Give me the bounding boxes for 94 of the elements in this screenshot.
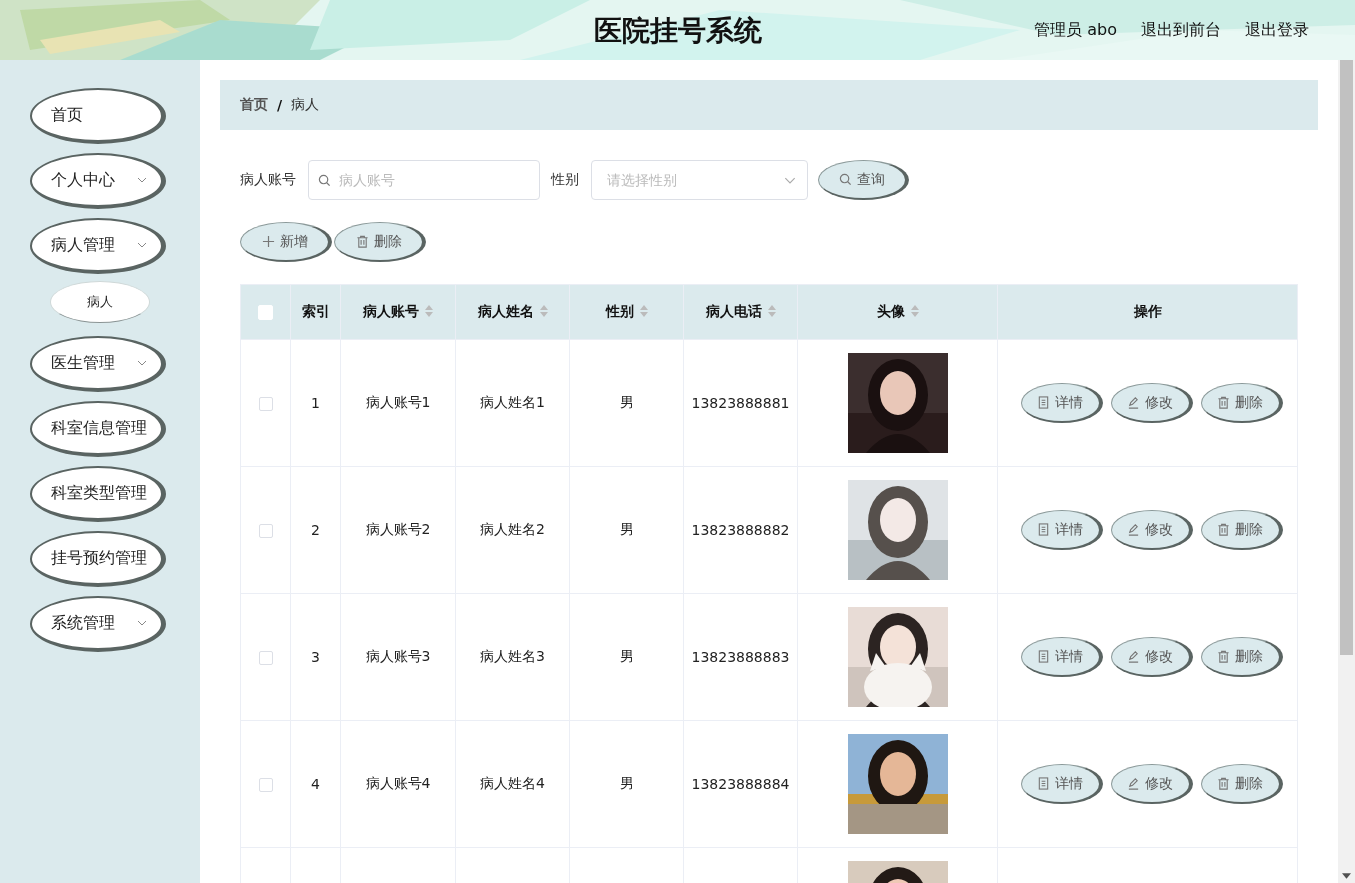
delete-button[interactable]: 删除: [1200, 764, 1283, 804]
detail-button[interactable]: 详情: [1020, 764, 1103, 804]
table-cell: 病人账号1: [365, 394, 431, 410]
document-icon: [1037, 523, 1050, 536]
dropdown-field[interactable]: 请选择性别: [591, 160, 808, 200]
trash-icon: [1217, 523, 1230, 536]
search-icon: [839, 173, 852, 186]
header-link[interactable]: 退出登录: [1245, 19, 1309, 41]
table-cell: 13823888882: [691, 522, 790, 538]
checkbox[interactable]: [258, 778, 273, 792]
edit-button[interactable]: 修改: [1110, 510, 1193, 550]
column-header: 索引: [301, 303, 330, 319]
table-cell: 13823888883: [691, 649, 790, 665]
trash-icon: [355, 235, 369, 248]
sort-icon[interactable]: [639, 305, 648, 317]
edit-button[interactable]: 修改: [1110, 383, 1193, 423]
sidebar-item[interactable]: 个人中心: [30, 153, 166, 209]
chevron-down-icon: [784, 176, 796, 184]
sidebar-item[interactable]: 科室信息管理: [30, 401, 166, 457]
table-cell: 病人账号2: [365, 521, 431, 537]
table-cell: 病人姓名4: [480, 775, 545, 791]
trash-icon: [1217, 650, 1230, 663]
table-cell: 13823888884: [691, 776, 790, 792]
checkbox[interactable]: [258, 397, 273, 411]
add-button[interactable]: 新增: [240, 222, 332, 262]
table-cell: 男: [619, 521, 634, 537]
pencil-icon: [1127, 396, 1140, 409]
search-field[interactable]: 病人账号: [308, 160, 540, 200]
breadcrumb-link[interactable]: 病人: [291, 96, 320, 114]
app-title: 医院挂号系统: [593, 13, 762, 49]
chevron-down-icon: [137, 360, 147, 366]
table-cell: 3: [311, 649, 320, 665]
table-cell: 病人姓名3: [480, 648, 545, 664]
delete-button[interactable]: 删除: [1200, 510, 1283, 550]
scrollbar[interactable]: [1338, 60, 1355, 883]
sidebar-item[interactable]: 首页: [30, 88, 166, 144]
table-cell: 13823888881: [691, 395, 790, 411]
scroll-down-icon[interactable]: [1342, 873, 1351, 879]
table-cell: 病人账号3: [365, 648, 431, 664]
chevron-down-icon: [137, 242, 147, 248]
sidebar-item[interactable]: 病人管理: [30, 218, 166, 274]
sidebar-item[interactable]: 挂号预约管理: [30, 531, 166, 587]
search-icon: [318, 173, 331, 187]
table-cell: 病人姓名1: [480, 394, 545, 410]
detail-button[interactable]: 详情: [1020, 383, 1103, 423]
table-cell: 1: [311, 395, 320, 411]
field-label: 病人账号: [240, 171, 296, 189]
search-button[interactable]: 查询: [818, 160, 909, 200]
document-icon: [1037, 777, 1050, 790]
table-cell: 男: [619, 648, 634, 664]
trash-icon: [1217, 396, 1230, 409]
sort-icon[interactable]: [910, 305, 919, 317]
column-header: 头像: [876, 303, 905, 319]
table-cell: 4: [311, 776, 320, 792]
sort-icon[interactable]: [425, 305, 433, 317]
column-header: 病人账号: [363, 303, 419, 319]
document-icon: [1037, 396, 1050, 409]
checkbox[interactable]: [258, 651, 273, 665]
sidebar-item[interactable]: 系统管理: [30, 596, 166, 652]
table-cell: 2: [311, 522, 320, 538]
edit-button[interactable]: 修改: [1110, 764, 1193, 804]
column-header: 病人姓名: [477, 303, 534, 319]
table-cell: 病人姓名2: [480, 521, 545, 537]
checkbox[interactable]: [258, 524, 273, 538]
breadcrumb-separator: /: [277, 97, 283, 113]
table-cell: 男: [619, 775, 634, 791]
chevron-down-icon: [137, 620, 147, 626]
sidebar-subitem[interactable]: 病人: [50, 281, 150, 323]
detail-button[interactable]: 详情: [1020, 510, 1103, 550]
breadcrumb-link[interactable]: 首页: [240, 96, 268, 114]
column-header: 操作: [1133, 303, 1162, 319]
column-header: 病人电话: [705, 303, 762, 319]
delete-button[interactable]: 删除: [1200, 637, 1283, 677]
pencil-icon: [1127, 777, 1140, 790]
pencil-icon: [1127, 523, 1140, 536]
edit-button[interactable]: 修改: [1110, 637, 1193, 677]
document-icon: [1037, 650, 1050, 663]
field-label: 性别: [551, 171, 579, 189]
sidebar-item[interactable]: 医生管理: [30, 336, 166, 392]
pencil-icon: [1127, 650, 1140, 663]
delete-button[interactable]: 删除: [334, 222, 426, 262]
table-cell: 男: [619, 394, 634, 410]
sidebar-item[interactable]: 科室类型管理: [30, 466, 166, 522]
detail-button[interactable]: 详情: [1020, 637, 1103, 677]
header-link[interactable]: 管理员 abo: [1034, 19, 1117, 41]
table-cell: 病人账号4: [365, 775, 431, 791]
delete-button[interactable]: 删除: [1200, 383, 1283, 423]
sort-icon[interactable]: [539, 305, 548, 317]
plus-icon: [261, 235, 275, 248]
sort-icon[interactable]: [767, 305, 776, 317]
header-link[interactable]: 退出到前台: [1141, 19, 1221, 41]
trash-icon: [1217, 777, 1230, 790]
column-header: 性别: [605, 303, 634, 319]
chevron-down-icon: [137, 177, 147, 183]
